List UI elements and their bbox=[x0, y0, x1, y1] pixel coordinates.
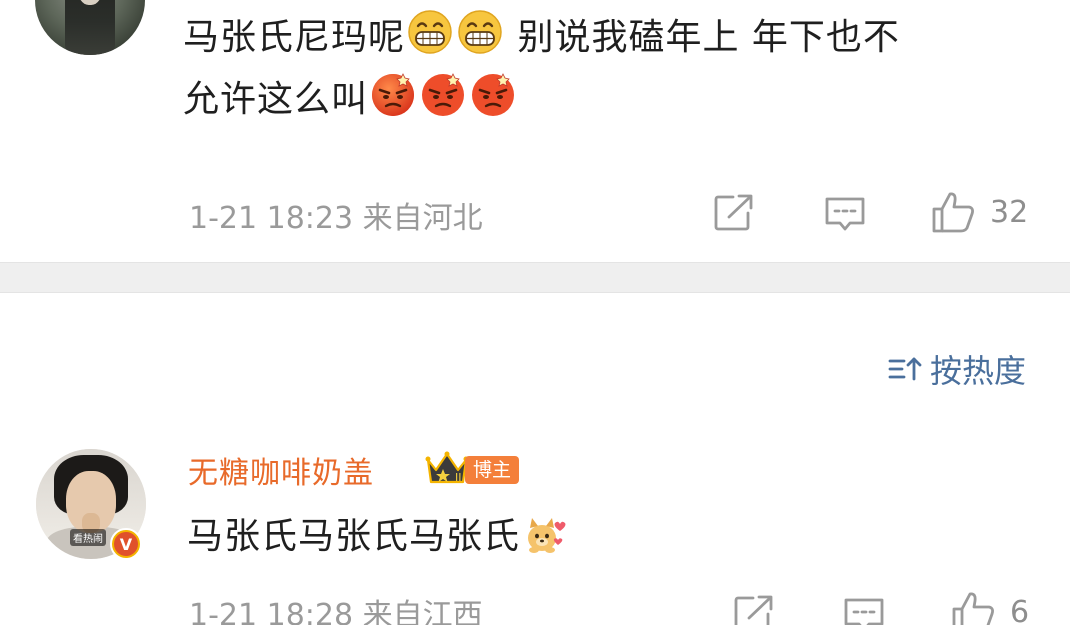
section-separator bbox=[0, 262, 1070, 293]
doge-heart-emoji bbox=[528, 518, 566, 553]
comment-feed: 马张氏尼玛呢 别说我磕年上 年下也不 允许这么叫 1-21 18:23 来自河北… bbox=[0, 0, 1070, 625]
like-count: 32 bbox=[990, 194, 1029, 230]
verified-badge: V bbox=[110, 528, 142, 560]
crown-icon: II bbox=[425, 451, 469, 484]
angry-emoji bbox=[422, 73, 465, 116]
sort-label: 按热度 bbox=[929, 352, 1026, 390]
share-button[interactable] bbox=[713, 193, 755, 233]
comment-text-line2: 允许这么叫 bbox=[183, 79, 369, 120]
verified-mark: V bbox=[114, 532, 138, 556]
comment-timestamp: 1-21 18:23 bbox=[189, 201, 354, 236]
username-link[interactable]: 无糖咖啡奶盖 bbox=[188, 448, 374, 492]
comment-text-body: 马张氏马张氏马张氏 bbox=[187, 516, 521, 557]
angry-emoji bbox=[372, 73, 415, 116]
comment-text-line-2: 允许这么叫 bbox=[183, 68, 518, 132]
sort-icon bbox=[888, 357, 922, 381]
blogger-badge: 博主 bbox=[465, 456, 520, 484]
comment-location: 来自河北 bbox=[362, 201, 483, 236]
reply-button[interactable] bbox=[843, 596, 885, 625]
share-icon bbox=[714, 194, 753, 231]
svg-text:II: II bbox=[455, 471, 462, 484]
grin-emoji bbox=[408, 10, 452, 54]
like-count: 6 bbox=[1010, 594, 1030, 625]
sort-by-hot-button[interactable]: 按热度 bbox=[888, 346, 1026, 392]
like-button[interactable]: 6 bbox=[950, 590, 1029, 625]
thumbs-up-icon bbox=[952, 592, 994, 625]
comment-icon bbox=[844, 598, 884, 625]
reply-button[interactable] bbox=[824, 195, 866, 233]
commenter-avatar[interactable] bbox=[35, 0, 145, 55]
comment-text-end: 别说我磕年上 年下也不 bbox=[505, 17, 900, 58]
comment-text-line-1: 马张氏尼玛呢 别说我磕年上 年下也不 bbox=[183, 6, 900, 70]
comment-location: 来自江西 bbox=[362, 598, 483, 625]
comment-meta: 1-21 18:23 来自河北 bbox=[189, 193, 483, 237]
thumbs-up-icon bbox=[932, 192, 974, 233]
avatar-hair bbox=[65, 0, 115, 55]
comment-meta: 1-21 18:28 来自江西 bbox=[189, 590, 483, 625]
comment-text-start: 马张氏尼玛呢 bbox=[183, 17, 406, 58]
like-button[interactable]: 32 bbox=[930, 190, 1028, 234]
avatar-tag: 看热闹 bbox=[70, 529, 106, 546]
comment-timestamp: 1-21 18:28 bbox=[189, 598, 354, 625]
grin-emoji bbox=[458, 10, 502, 54]
angry-emoji bbox=[472, 73, 515, 116]
share-button[interactable] bbox=[733, 594, 775, 625]
comment-text: 马张氏马张氏马张氏 bbox=[187, 510, 568, 564]
share-icon bbox=[734, 595, 773, 625]
comment-icon bbox=[825, 197, 865, 231]
